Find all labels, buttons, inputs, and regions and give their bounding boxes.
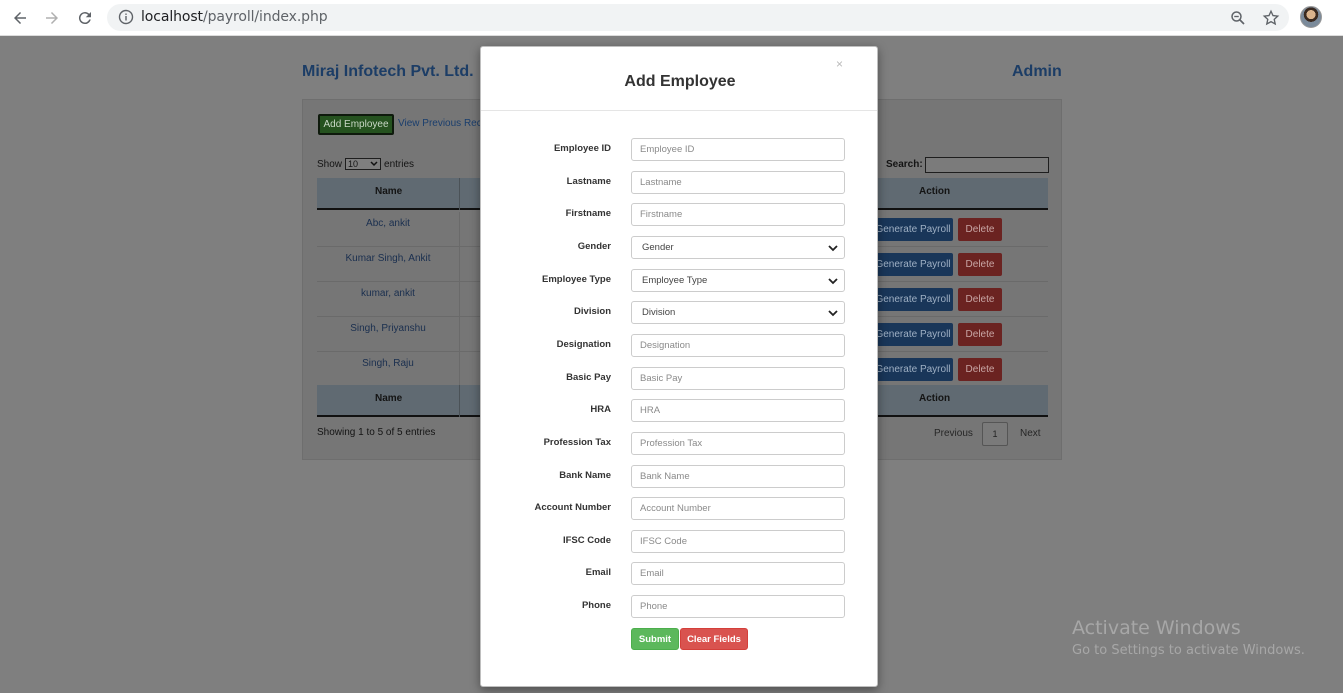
email-input[interactable] (631, 562, 845, 585)
employee-name: Abc, ankit (366, 218, 410, 229)
employee-type-select-value: Employee Type (642, 275, 708, 286)
designation-label: Designation (556, 339, 611, 350)
show-entries: Show 10 entries (317, 158, 414, 170)
basic-pay-label: Basic Pay (566, 372, 611, 383)
column-header-name[interactable]: Name (375, 186, 402, 197)
user-label[interactable]: Admin (1012, 63, 1062, 81)
delete-button[interactable]: Delete (958, 218, 1002, 241)
ifsc-code-label: IFSC Code (562, 535, 611, 546)
designation-input[interactable] (631, 334, 845, 357)
column-header-action: Action (919, 186, 951, 197)
bank-name-label: Bank Name (559, 470, 611, 481)
entries-label: entries (384, 158, 415, 170)
delete-button[interactable]: Delete (958, 358, 1002, 381)
employee-id-label: Employee ID (553, 143, 611, 154)
profile-avatar[interactable] (1300, 6, 1322, 28)
generate-payroll-button[interactable]: Generate Payroll (873, 288, 953, 311)
entries-select[interactable]: 10 (345, 158, 382, 170)
account-number-input[interactable] (631, 497, 845, 520)
firstname-label: Firstname (565, 208, 611, 219)
info-icon[interactable] (118, 9, 134, 25)
division-select-value: Division (642, 307, 676, 318)
watermark-title: Activate Windows (1072, 617, 1241, 639)
chevron-down-icon (828, 278, 838, 285)
generate-payroll-button[interactable]: Generate Payroll (873, 323, 953, 346)
gender-select-value: Gender (642, 242, 674, 253)
employee-name: Singh, Raju (362, 358, 414, 369)
search-input[interactable] (925, 157, 1049, 173)
generate-payroll-button[interactable]: Generate Payroll (873, 253, 953, 276)
division-label: Division (574, 306, 611, 317)
employee-type-label: Employee Type (542, 274, 611, 285)
reload-icon[interactable] (73, 6, 97, 30)
address-bar[interactable]: localhost/payroll/index.php (107, 4, 1289, 31)
delete-button[interactable]: Delete (958, 253, 1002, 276)
employee-name: Kumar Singh, Ankit (345, 253, 431, 264)
gender-select[interactable]: Gender (631, 236, 845, 259)
employee-type-select[interactable]: Employee Type (631, 269, 845, 292)
modal-divider (481, 110, 877, 111)
chevron-down-icon (370, 161, 378, 167)
column-divider (459, 385, 460, 417)
search-label: Search: (886, 159, 923, 170)
division-select[interactable]: Division (631, 301, 845, 324)
view-previous-link[interactable]: View Previous Reco (398, 118, 487, 129)
back-icon[interactable] (8, 6, 32, 30)
lastname-label: Lastname (566, 176, 611, 187)
bank-name-input[interactable] (631, 465, 845, 488)
profession-tax-label: Profession Tax (543, 437, 611, 448)
column-divider (459, 282, 460, 317)
basic-pay-input[interactable] (631, 367, 845, 390)
column-divider (459, 247, 460, 282)
phone-label: Phone (581, 600, 611, 611)
chevron-down-icon (828, 310, 838, 317)
show-label: Show (317, 158, 343, 170)
hra-input[interactable] (631, 399, 845, 422)
windows-activation-watermark: Activate Windows Go to Settings to activ… (1072, 617, 1305, 658)
table-info: Showing 1 to 5 of 5 entries (317, 427, 436, 438)
close-icon[interactable]: × (836, 57, 843, 71)
email-label: Email (585, 567, 611, 578)
clear-fields-button[interactable]: Clear Fields (680, 628, 748, 650)
add-employee-modal: × Add Employee Employee ID Lastname Firs… (480, 46, 878, 687)
chevron-down-icon (828, 245, 838, 252)
column-footer-name: Name (375, 393, 403, 404)
generate-payroll-button[interactable]: Generate Payroll (873, 358, 953, 381)
url-text[interactable]: localhost/payroll/index.php (141, 9, 328, 25)
modal-title: Add Employee (624, 73, 736, 90)
hra-label: HRA (590, 404, 611, 415)
url-path: /payroll/index.php (202, 9, 328, 25)
employee-name: kumar, ankit (361, 288, 415, 299)
column-footer-action: Action (919, 393, 951, 404)
pagination-next[interactable]: Next (1020, 428, 1041, 439)
employee-name: Singh, Priyanshu (350, 323, 426, 334)
gender-label: Gender (577, 241, 611, 252)
column-divider (459, 317, 460, 352)
ifsc-code-input[interactable] (631, 530, 845, 553)
zoom-icon[interactable] (1229, 9, 1247, 27)
submit-button[interactable]: Submit (631, 628, 679, 650)
employee-id-input[interactable] (631, 138, 845, 161)
profession-tax-input[interactable] (631, 432, 845, 455)
url-host: localhost (141, 9, 203, 25)
delete-button[interactable]: Delete (958, 323, 1002, 346)
phone-input[interactable] (631, 595, 845, 618)
bookmark-star-icon[interactable] (1262, 9, 1280, 27)
column-divider (459, 212, 460, 247)
pagination-page-1[interactable]: 1 (982, 422, 1008, 446)
company-title: Miraj Infotech Pvt. Ltd. (302, 63, 474, 80)
delete-button[interactable]: Delete (958, 288, 1002, 311)
browser-toolbar: localhost/payroll/index.php (0, 0, 1343, 36)
column-divider (459, 352, 460, 387)
firstname-input[interactable] (631, 203, 845, 226)
column-divider (459, 178, 460, 210)
generate-payroll-button[interactable]: Generate Payroll (873, 218, 953, 241)
lastname-input[interactable] (631, 171, 845, 194)
forward-icon[interactable] (40, 6, 64, 30)
watermark-subtitle: Go to Settings to activate Windows. (1072, 643, 1305, 658)
entries-select-value: 10 (348, 159, 359, 169)
pagination-previous[interactable]: Previous (934, 428, 973, 439)
account-number-label: Account Number (534, 502, 611, 513)
add-employee-button[interactable]: Add Employee (318, 114, 394, 135)
